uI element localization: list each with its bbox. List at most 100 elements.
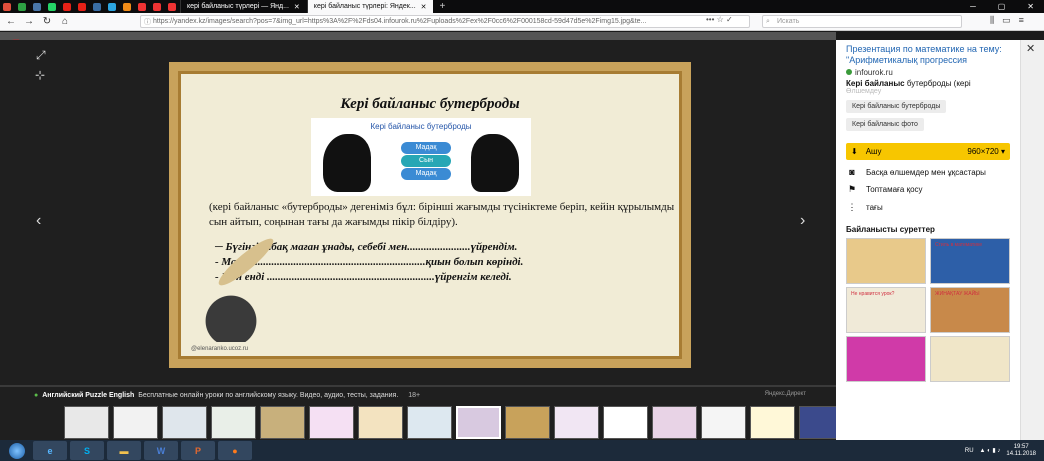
taskbar-app-skype[interactable]: S (70, 441, 104, 460)
pinned-tab[interactable] (135, 1, 149, 12)
ad-age: 18+ (408, 391, 421, 399)
slide-body: (кері байланыс «бутерброды» дегеніміз бұ… (209, 201, 675, 228)
tray-icons[interactable]: ▲ ◐ ▮ ♪ (980, 447, 1001, 454)
similar-image[interactable] (846, 336, 926, 382)
similar-image[interactable]: ЖИНАҚТАУ ЖАЙЫ (930, 287, 1010, 333)
thumbnail[interactable] (113, 406, 158, 439)
thumbnail[interactable] (652, 406, 697, 439)
site-favicon-icon (846, 69, 852, 75)
image-description: Кері байланыс бутерброды (кері (846, 79, 1010, 88)
similar-image[interactable]: Стиль в математике (930, 238, 1010, 284)
pinned-tabs (0, 1, 180, 12)
home-icon[interactable]: ⌂ (58, 15, 72, 29)
pinned-tab[interactable] (165, 1, 179, 12)
download-icon: ⬇ (851, 147, 858, 156)
fullscreen-icon[interactable]: ⤢ (36, 48, 46, 63)
crop-icon[interactable]: ⊹ (35, 68, 45, 82)
thumbnail[interactable] (309, 406, 354, 439)
thumbnail[interactable] (505, 406, 550, 439)
similar-image[interactable] (930, 336, 1010, 382)
maximize-icon[interactable]: ▢ (998, 2, 1006, 11)
thumbnail[interactable] (750, 406, 795, 439)
watermark: @elenaranko.ucoz.ru (191, 346, 249, 352)
start-button[interactable] (4, 441, 30, 460)
tab-current[interactable]: кері байланыс түрлері: Яндек... ✕ (306, 0, 433, 13)
size-select[interactable]: 960×720 ▾ (967, 147, 1005, 156)
system-tray: RU ▲ ◐ ▮ ♪ 19:57 14.11.2018 (965, 444, 1044, 458)
new-tab-icon[interactable]: + (440, 1, 446, 12)
youtube-icon (63, 2, 71, 11)
taskbar-app-explorer[interactable]: ▬ (107, 441, 141, 460)
pinned-tab[interactable] (60, 1, 74, 12)
ad-banner[interactable]: ● Английский Puzzle English Бесплатные о… (0, 387, 836, 403)
page-actions-icons[interactable]: ••• ☆ ✓ (706, 15, 733, 24)
similar-image[interactable]: Не нравится урок? (846, 287, 926, 333)
pinned-tab[interactable] (30, 1, 44, 12)
thumbnail[interactable] (701, 406, 746, 439)
info-icon[interactable]: ⓘ (144, 17, 151, 27)
thumbnail[interactable] (260, 406, 305, 439)
similar-image[interactable] (846, 238, 926, 284)
sandwich-illustration: Кері байланыс бутерброды Мадақ Сын Мадақ (311, 118, 531, 196)
pinned-tab[interactable] (120, 1, 134, 12)
close-icon[interactable]: ✕ (421, 3, 427, 11)
taskbar-app-word[interactable]: W (144, 441, 178, 460)
clock[interactable]: 19:57 14.11.2018 (1006, 444, 1036, 458)
search-input[interactable]: ⌕ Искать (762, 15, 962, 28)
ad-title[interactable]: Английский Puzzle English (42, 392, 134, 399)
forward-icon[interactable]: → (22, 15, 36, 29)
slide-line: ─ Бүгінгі сабақ маған ұнады, себебі мен.… (215, 241, 518, 253)
next-arrow-icon[interactable]: › (800, 212, 805, 230)
taskbar-app-ie[interactable]: e (33, 441, 67, 460)
thumbnail[interactable] (64, 406, 109, 439)
close-icon[interactable]: ✕ (294, 3, 300, 11)
pinned-tab[interactable] (45, 1, 59, 12)
thumbnail[interactable] (358, 406, 403, 439)
scrollbar[interactable] (1020, 40, 1044, 440)
reload-icon[interactable]: ↻ (40, 15, 54, 29)
pinned-tab[interactable] (0, 1, 14, 12)
open-label: Ашу (865, 147, 882, 156)
image-title-link[interactable]: Презентация по математике на тему: "Ариф… (846, 44, 1010, 66)
thumbnail[interactable] (162, 406, 207, 439)
taskbar-app-powerpoint[interactable]: P (181, 441, 215, 460)
word-icon: W (156, 445, 166, 456)
pinned-tab[interactable] (150, 1, 164, 12)
action-label: Топтамаға қосу (866, 185, 923, 194)
menu-icon[interactable]: ≡ (1019, 15, 1024, 26)
close-window-icon[interactable]: ✕ (1027, 2, 1034, 11)
language-indicator[interactable]: RU (965, 448, 974, 454)
description-more: Өлшемдеу (846, 88, 882, 95)
prev-arrow-icon[interactable]: ‹ (36, 212, 41, 230)
similar-header: Байланысты суреттер (846, 225, 935, 234)
source-link[interactable]: infourok.ru (846, 68, 1010, 77)
pinned-tab[interactable] (90, 1, 104, 12)
info-panel: Презентация по математике на тему: "Ариф… (836, 40, 1020, 440)
tag-chip[interactable]: Кері байланыс бутерброды (846, 100, 947, 113)
open-button[interactable]: ⬇ Ашу 960×720 ▾ (846, 143, 1010, 160)
tag-chip[interactable]: Кері байланыс фото (846, 118, 924, 131)
close-viewer-icon[interactable]: ✕ (1026, 42, 1035, 55)
thumbnail[interactable] (603, 406, 648, 439)
tab-search-results[interactable]: кері байланыс түрлері — Янд... ✕ (180, 0, 306, 13)
minimize-icon[interactable]: ─ (970, 2, 976, 11)
add-to-collection-button[interactable]: ⚑ Топтамаға қосу (846, 184, 1010, 195)
thumbnail[interactable] (554, 406, 599, 439)
pinned-tab[interactable] (75, 1, 89, 12)
inkwell-icon (191, 282, 271, 342)
main-image[interactable]: Кері байланыс бутерброды Кері байланыс б… (169, 62, 691, 368)
sidebar-icon[interactable]: ▭ (1002, 15, 1011, 26)
library-icon[interactable]: ⫼ (990, 15, 994, 26)
pinned-tab[interactable] (105, 1, 119, 12)
thumbnail[interactable] (456, 406, 501, 439)
more-button[interactable]: ⋮ тағы (846, 202, 1010, 213)
back-icon[interactable]: ← (4, 15, 18, 29)
thumbnail[interactable] (407, 406, 452, 439)
other-sizes-button[interactable]: ◙ Басқа өлшемдер мен ұқсастары (846, 167, 1010, 177)
pinned-tab[interactable] (15, 1, 29, 12)
taskbar-app-firefox[interactable]: ● (218, 441, 252, 460)
illustration-title: Кері байланыс бутерброды (370, 122, 472, 131)
search-placeholder: Искать (777, 18, 800, 25)
address-bar[interactable]: ⓘ https://yandex.kz/images/search?pos=7&… (140, 15, 750, 28)
thumbnail[interactable] (211, 406, 256, 439)
